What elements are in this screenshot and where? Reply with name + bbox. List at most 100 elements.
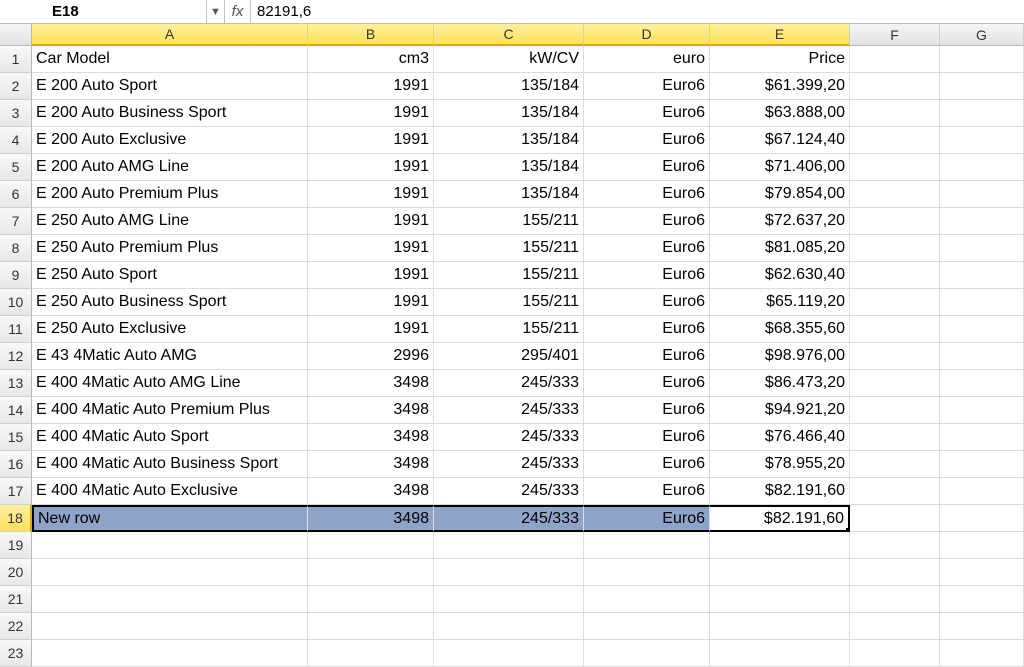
cell[interactable]: 1991 xyxy=(308,208,434,235)
cell[interactable]: Euro6 xyxy=(584,316,710,343)
cell[interactable]: E 250 Auto Premium Plus xyxy=(32,235,308,262)
cell[interactable]: Euro6 xyxy=(584,478,710,505)
cell[interactable]: $61.399,20 xyxy=(710,73,850,100)
cell[interactable]: 135/184 xyxy=(434,181,584,208)
cell[interactable] xyxy=(850,181,940,208)
cell[interactable]: Euro6 xyxy=(584,181,710,208)
cell[interactable] xyxy=(940,316,1024,343)
name-box-wrap[interactable]: E18 ▼ xyxy=(0,0,225,23)
cell[interactable] xyxy=(32,640,308,667)
cell[interactable]: Euro6 xyxy=(584,100,710,127)
cell[interactable] xyxy=(850,343,940,370)
cell[interactable]: Euro6 xyxy=(584,127,710,154)
cell[interactable]: $82.191,60 xyxy=(710,505,850,532)
cell[interactable]: 295/401 xyxy=(434,343,584,370)
cell[interactable]: $68.355,60 xyxy=(710,316,850,343)
cell[interactable] xyxy=(850,316,940,343)
cell[interactable] xyxy=(940,127,1024,154)
cell[interactable] xyxy=(32,613,308,640)
cell[interactable] xyxy=(850,262,940,289)
cell[interactable] xyxy=(850,505,940,532)
row-header[interactable]: 22 xyxy=(0,613,32,640)
column-header[interactable]: A xyxy=(32,24,308,46)
cell[interactable]: E 43 4Matic Auto AMG xyxy=(32,343,308,370)
cell[interactable]: E 250 Auto AMG Line xyxy=(32,208,308,235)
cell[interactable] xyxy=(940,154,1024,181)
cell[interactable] xyxy=(32,559,308,586)
cell[interactable]: $72.637,20 xyxy=(710,208,850,235)
cell[interactable] xyxy=(850,532,940,559)
cell[interactable]: E 200 Auto Exclusive xyxy=(32,127,308,154)
cell[interactable]: E 200 Auto Business Sport xyxy=(32,100,308,127)
row-header[interactable]: 14 xyxy=(0,397,32,424)
row-header[interactable]: 18 xyxy=(0,505,32,532)
cell[interactable]: E 200 Auto Sport xyxy=(32,73,308,100)
cell[interactable]: Euro6 xyxy=(584,208,710,235)
fill-handle[interactable] xyxy=(845,527,850,532)
cell[interactable]: 1991 xyxy=(308,127,434,154)
row-header[interactable]: 4 xyxy=(0,127,32,154)
cell[interactable] xyxy=(584,559,710,586)
cell[interactable]: E 400 4Matic Auto Sport xyxy=(32,424,308,451)
row-header[interactable]: 15 xyxy=(0,424,32,451)
cell[interactable] xyxy=(850,451,940,478)
cell[interactable]: 2996 xyxy=(308,343,434,370)
row-header[interactable]: 13 xyxy=(0,370,32,397)
cell[interactable]: Euro6 xyxy=(584,343,710,370)
cell[interactable]: Euro6 xyxy=(584,451,710,478)
cell[interactable] xyxy=(308,640,434,667)
cell[interactable] xyxy=(850,127,940,154)
cell[interactable]: 3498 xyxy=(308,424,434,451)
row-header[interactable]: 20 xyxy=(0,559,32,586)
row-header[interactable]: 3 xyxy=(0,100,32,127)
cell[interactable] xyxy=(940,424,1024,451)
cell[interactable] xyxy=(850,559,940,586)
cell[interactable] xyxy=(850,73,940,100)
formula-input[interactable]: 82191,6 xyxy=(251,3,1024,20)
cell[interactable]: E 400 4Matic Auto AMG Line xyxy=(32,370,308,397)
cell[interactable]: Car Model xyxy=(32,46,308,73)
cell[interactable]: New row xyxy=(32,505,308,532)
cell[interactable]: 245/333 xyxy=(434,451,584,478)
cell[interactable]: Euro6 xyxy=(584,370,710,397)
cell[interactable]: 1991 xyxy=(308,154,434,181)
cell[interactable]: 155/211 xyxy=(434,208,584,235)
cell[interactable]: cm3 xyxy=(308,46,434,73)
cell[interactable] xyxy=(434,532,584,559)
row-header[interactable]: 9 xyxy=(0,262,32,289)
cell[interactable]: 1991 xyxy=(308,262,434,289)
cell[interactable] xyxy=(940,505,1024,532)
cell[interactable] xyxy=(940,262,1024,289)
cell[interactable]: 245/333 xyxy=(434,505,584,532)
name-box[interactable]: E18 xyxy=(52,0,206,23)
cell[interactable]: $76.466,40 xyxy=(710,424,850,451)
cell[interactable]: E 250 Auto Sport xyxy=(32,262,308,289)
cell[interactable]: $67.124,40 xyxy=(710,127,850,154)
cell[interactable] xyxy=(434,586,584,613)
row-header[interactable]: 12 xyxy=(0,343,32,370)
cell[interactable]: $65.119,20 xyxy=(710,289,850,316)
cell[interactable] xyxy=(940,451,1024,478)
row-header[interactable]: 8 xyxy=(0,235,32,262)
cell[interactable]: E 400 4Matic Auto Premium Plus xyxy=(32,397,308,424)
cell[interactable] xyxy=(584,532,710,559)
cell[interactable] xyxy=(850,397,940,424)
row-header[interactable]: 21 xyxy=(0,586,32,613)
row-header[interactable]: 10 xyxy=(0,289,32,316)
cell[interactable]: E 250 Auto Exclusive xyxy=(32,316,308,343)
cell[interactable]: $82.191,60 xyxy=(710,478,850,505)
row-header[interactable]: 23 xyxy=(0,640,32,667)
row-header[interactable]: 2 xyxy=(0,73,32,100)
cell[interactable] xyxy=(850,46,940,73)
cell[interactable]: $86.473,20 xyxy=(710,370,850,397)
cell[interactable] xyxy=(434,613,584,640)
fx-icon[interactable]: fx xyxy=(225,0,251,23)
row-header[interactable]: 5 xyxy=(0,154,32,181)
column-header[interactable]: F xyxy=(850,24,940,46)
cell[interactable]: 3498 xyxy=(308,478,434,505)
cell[interactable]: Price xyxy=(710,46,850,73)
cell[interactable]: 3498 xyxy=(308,397,434,424)
cell[interactable]: Euro6 xyxy=(584,505,710,532)
spreadsheet-grid[interactable]: ABCDEFG1Car Modelcm3kW/CVeuroPrice2E 200… xyxy=(0,24,1024,667)
cell[interactable] xyxy=(850,640,940,667)
